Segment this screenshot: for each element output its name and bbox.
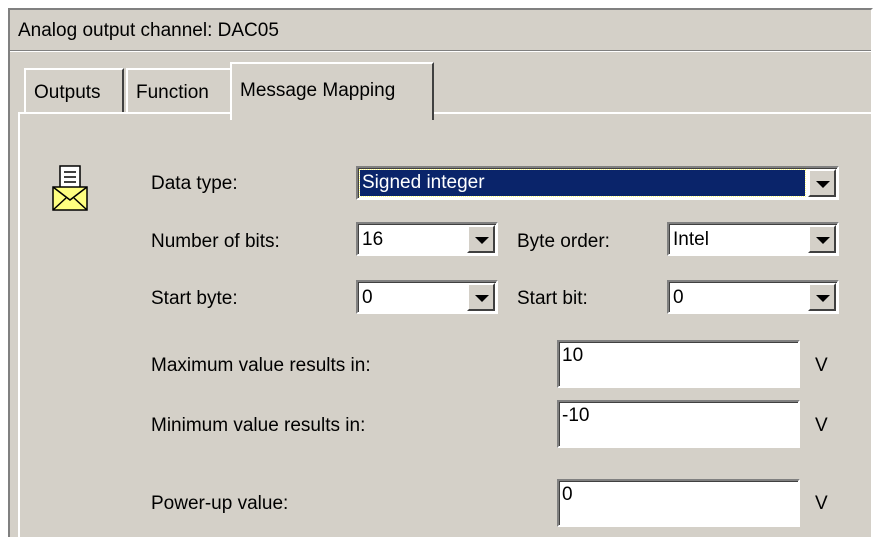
tab-message-mapping-label: Message Mapping	[240, 80, 396, 101]
channel-title: Analog output channel: DAC05	[18, 20, 279, 41]
message-mapping-panel	[18, 112, 880, 552]
tab-function-label: Function	[136, 82, 209, 103]
tab-outputs[interactable]: Outputs	[24, 68, 124, 114]
dialog-frame: Analog output channel: DAC05 Outputs Fun…	[8, 8, 880, 552]
tab-outputs-label: Outputs	[34, 82, 101, 103]
tab-message-mapping[interactable]: Message Mapping	[230, 62, 434, 120]
tab-function[interactable]: Function	[126, 68, 232, 114]
channel-title-bar: Analog output channel: DAC05	[10, 10, 871, 51]
